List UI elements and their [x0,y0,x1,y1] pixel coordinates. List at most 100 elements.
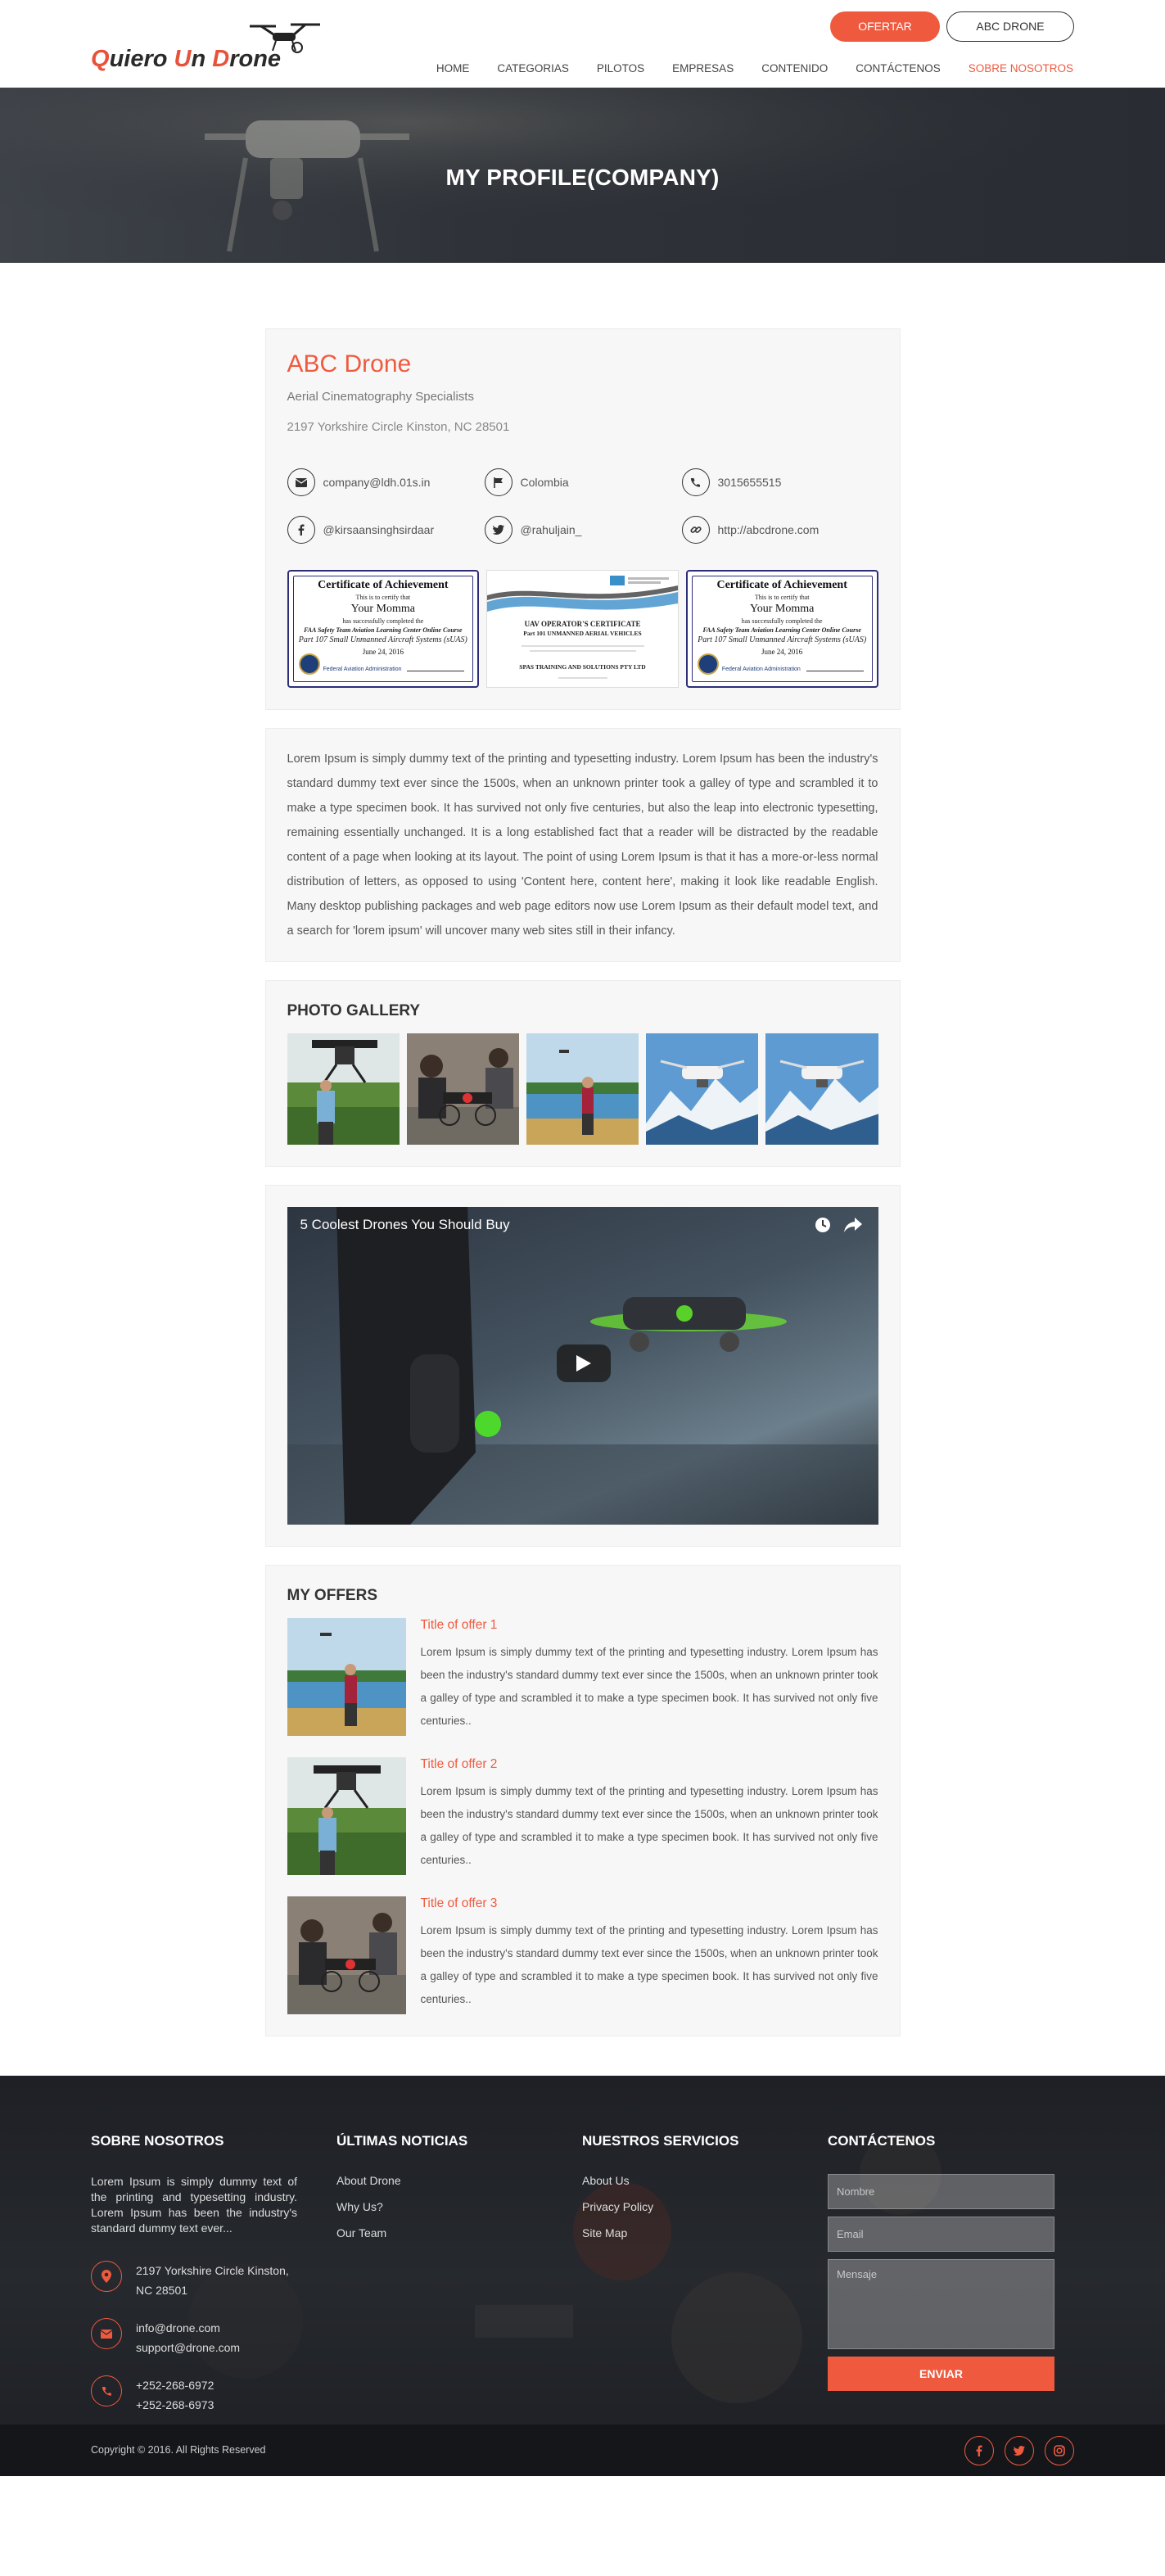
offer-description: Lorem Ipsum is simply dummy text of the … [420,1924,878,2005]
offer-thumbnail[interactable] [287,1757,406,1875]
logo-letter-u: U [174,46,192,72]
offer-title[interactable]: Title of offer 1 [421,1618,878,1633]
signature-icon [407,663,465,671]
instagram-icon[interactable] [1045,2436,1074,2465]
footer-about-text: Lorem Ipsum is simply dummy text of the … [91,2175,297,2235]
nav-home[interactable]: HOME [436,62,470,75]
play-button[interactable] [556,1344,611,1382]
site-footer: SOBRE NOSOTROS Lorem Ipsum is simply dum… [0,2076,1165,2476]
footer-contact-form: CONTÁCTENOS ENVIAR [828,2133,1073,2433]
cert-title: Certificate of Achievement [318,579,449,591]
footer-news-link[interactable]: About Drone [336,2174,582,2187]
uav-cert-company: SPAS TRAINING AND SOLUTIONS PTY LTD [519,663,646,671]
offer-body: Title of offer 1 Lorem Ipsum is simply d… [421,1618,878,1736]
company-tagline: Aerial Cinematography Specialists [287,390,474,404]
user-account-button[interactable]: ABC DRONE [946,11,1074,42]
contact-phone-value: 3015655515 [717,476,782,489]
nav-categorias[interactable]: CATEGORIAS [497,62,569,75]
footer-emails: info@drone.com support@drone.com [91,2318,336,2357]
certificate-faa-2[interactable]: Certificate of Achievement This is to ce… [685,570,878,688]
footer-phones: +252-268-6972 +252-268-6973 [91,2375,336,2415]
watch-later-icon[interactable] [815,1217,831,1236]
gallery-photo[interactable] [406,1033,519,1145]
offer-title[interactable]: Title of offer 3 [421,1896,878,1911]
footer-news-link[interactable]: Our Team [336,2226,582,2239]
about-text: Lorem Ipsum is simply dummy text of the … [287,752,878,938]
cert-course: FAA Safety Team Aviation Learning Center… [304,626,463,634]
footer-services-link[interactable]: Site Map [582,2226,828,2239]
certificate-faa-1[interactable]: Certificate of Achievement This is to ce… [287,570,480,688]
contact-website[interactable]: http://abcdrone.com [681,516,879,544]
offer-body: Title of offer 3 Lorem Ipsum is simply d… [421,1896,878,2014]
contact-email[interactable]: company@ldh.01s.in [287,468,485,496]
certificate-uav[interactable]: UAV OPERATOR'S CERTIFICATE Part 101 UNMA… [486,570,679,688]
logo-text: Quiero Un Drone [91,46,281,73]
name-input[interactable] [828,2174,1054,2209]
site-logo[interactable]: Quiero Un Drone [91,18,328,75]
faa-seal-icon [697,653,719,675]
signature-icon [806,663,864,671]
company-name: ABC Drone [287,350,412,377]
page-title: MY PROFILE(COMPANY) [445,165,720,190]
contact-facebook[interactable]: @kirsaansinghsirdaar [287,516,485,544]
offer-description: Lorem Ipsum is simply dummy text of the … [420,1646,878,1727]
offers-title: MY OFFERS [287,1587,378,1604]
offer-item[interactable]: Title of offer 1 Lorem Ipsum is simply d… [287,1618,878,1736]
message-textarea[interactable] [828,2259,1054,2349]
page-banner: MY PROFILE(COMPANY) [0,88,1165,263]
company-address: 2197 Yorkshire Circle Kinston, NC 28501 [287,420,510,434]
gallery-photo[interactable] [765,1033,878,1145]
nav-empresas[interactable]: EMPRESAS [672,62,734,75]
logo-word-3: rone [229,46,282,72]
footer-services-link[interactable]: About Us [582,2174,828,2187]
offer-thumbnail[interactable] [287,1618,406,1736]
share-icon[interactable] [843,1218,862,1235]
twitter-icon [484,516,513,544]
logo-letter-d: D [212,46,230,72]
contact-phone[interactable]: 3015655515 [681,468,879,496]
offer-item[interactable]: Title of offer 3 Lorem Ipsum is simply d… [287,1896,878,2014]
footer-columns: SOBRE NOSOTROS Lorem Ipsum is simply dum… [91,2133,1073,2433]
main-content: ABC Drone Aerial Cinematography Speciali… [264,328,901,2036]
link-icon [681,516,710,544]
about-card: Lorem Ipsum is simply dummy text of the … [264,728,901,962]
contact-twitter[interactable]: @rahuljain_ [484,516,682,544]
offer-description: Lorem Ipsum is simply dummy text of the … [420,1785,878,1866]
footer-email-2[interactable]: support@drone.com [136,2338,240,2357]
footer-phone-2[interactable]: +252-268-6973 [136,2395,214,2415]
facebook-icon[interactable] [964,2436,994,2465]
nav-pilotos[interactable]: PILOTOS [597,62,644,75]
cert-title: Certificate of Achievement [716,579,847,591]
gallery-photo[interactable] [526,1033,639,1145]
footer-bottom-bar: Copyright © 2016. All Rights Reserved [0,2425,1165,2476]
footer-phone-1[interactable]: +252-268-6972 [136,2375,214,2395]
footer-email-1[interactable]: info@drone.com [136,2318,240,2338]
offer-thumbnail[interactable] [287,1896,406,2014]
nav-contactenos[interactable]: CONTÁCTENOS [856,62,941,75]
offer-item[interactable]: Title of offer 2 Lorem Ipsum is simply d… [287,1757,878,1875]
footer-services-link[interactable]: Privacy Policy [582,2200,828,2213]
email-input[interactable] [828,2217,1054,2252]
video-title[interactable]: 5 Coolest Drones You Should Buy [300,1217,510,1233]
envelope-icon [287,468,315,496]
cert-part: Part 107 Small Unmanned Aircraft Systems… [298,635,467,644]
uav-cert-sub: Part 101 UNMANNED AERIAL VEHICLES [523,630,642,637]
nav-contenido[interactable]: CONTENIDO [761,62,828,75]
video-player[interactable]: 5 Coolest Drones You Should Buy [287,1207,878,1525]
footer-news-link[interactable]: Why Us? [336,2200,582,2213]
certificates: Certificate of Achievement This is to ce… [287,570,878,688]
gallery-photo[interactable] [287,1033,400,1145]
offer-title[interactable]: Title of offer 2 [421,1757,878,1772]
site-header: Quiero Un Drone OFERTAR ABC DRONE HOME C… [0,0,1165,88]
footer-news: ÚLTIMAS NOTICIAS About Drone Why Us? Our… [336,2133,582,2433]
gallery-photo[interactable] [646,1033,759,1145]
twitter-icon[interactable] [1005,2436,1034,2465]
main-nav: HOME CATEGORIAS PILOTOS EMPRESAS CONTENI… [409,62,1073,75]
send-button[interactable]: ENVIAR [828,2357,1054,2391]
offer-button[interactable]: OFERTAR [830,11,940,42]
copyright: Copyright © 2016. All Rights Reserved [91,2444,266,2456]
cert-completed: has successfully completed the [741,617,823,625]
nav-sobre-nosotros[interactable]: SOBRE NOSOTROS [969,62,1073,75]
cert-org: Federal Aviation Administration [721,667,801,673]
phone-icon [91,2375,122,2407]
